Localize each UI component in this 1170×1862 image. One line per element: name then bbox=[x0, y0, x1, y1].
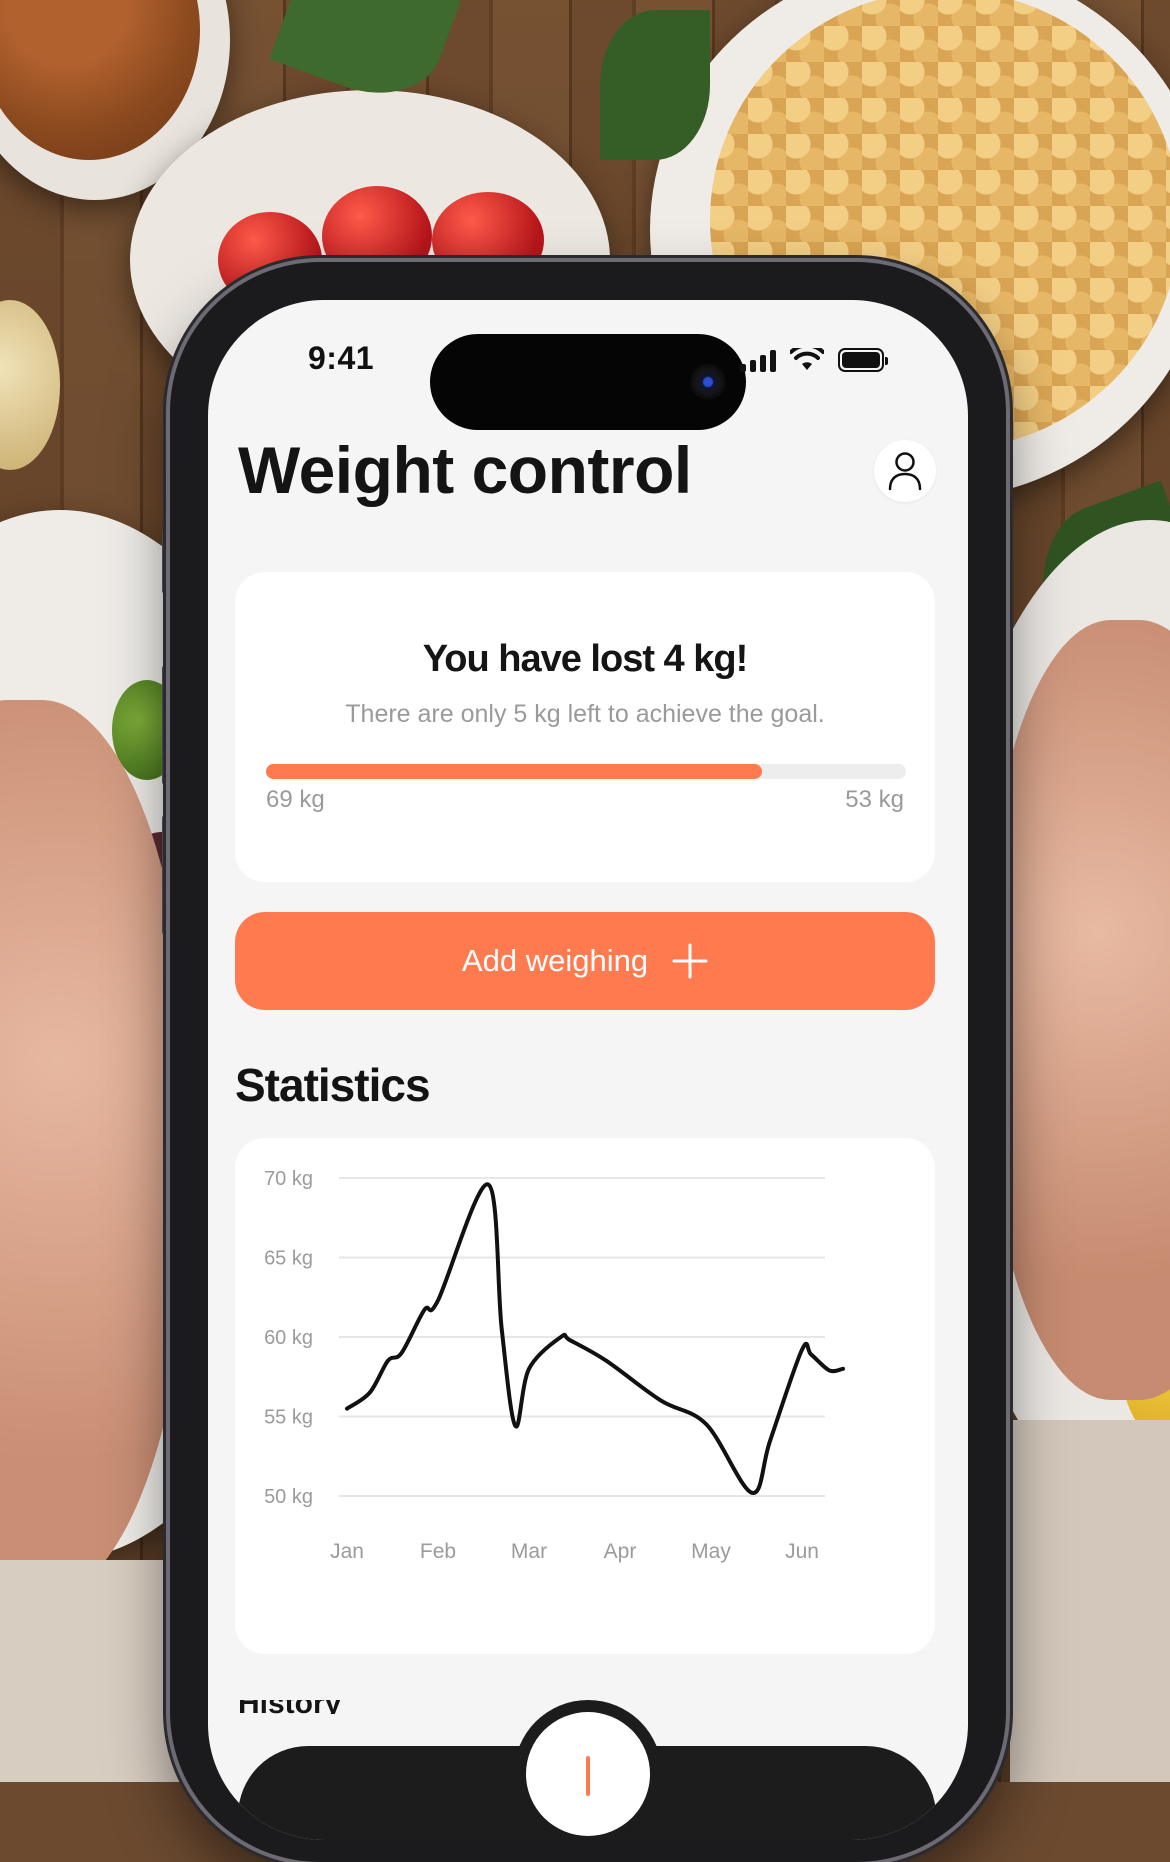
profile-button[interactable] bbox=[874, 440, 936, 502]
page-title: Weight control bbox=[238, 433, 692, 507]
add-weighing-button[interactable]: Add weighing bbox=[235, 912, 935, 1010]
basil-leaf bbox=[600, 10, 710, 160]
person-icon bbox=[888, 452, 922, 491]
camera-icon bbox=[690, 364, 726, 400]
status-time: 9:41 bbox=[308, 340, 375, 376]
phone-volume-down-button bbox=[162, 815, 168, 935]
plus-icon bbox=[672, 943, 708, 979]
phone-volume-up-button bbox=[162, 665, 168, 785]
x-tick-label: Apr bbox=[604, 1540, 637, 1563]
weight-series-line bbox=[345, 1182, 845, 1495]
goal-weight-label: 53 kg bbox=[845, 786, 904, 813]
progress-card: You have lost 4 kg! There are only 5 kg … bbox=[235, 572, 935, 882]
progress-subtitle: There are only 5 kg left to achieve the … bbox=[345, 700, 825, 728]
statistics-title: Statistics bbox=[235, 1059, 431, 1111]
add-weighing-label: Add weighing bbox=[461, 943, 649, 978]
battery-icon bbox=[838, 348, 888, 372]
phone-action-button bbox=[162, 530, 168, 594]
signal-icon bbox=[740, 348, 776, 372]
phone-screen: 9:41 Weight control You have lost 4 kg! … bbox=[208, 300, 968, 1840]
y-tick-label: 65 kg bbox=[264, 1248, 313, 1270]
y-tick-label: 70 kg bbox=[264, 1168, 313, 1190]
x-tick-label: Feb bbox=[420, 1540, 456, 1563]
sleeve bbox=[1010, 1420, 1170, 1782]
weight-chart-svg: 70 kg 65 kg 60 kg 55 kg 50 kg Jan Feb Mar Apr May… bbox=[264, 1168, 845, 1563]
y-tick-label: 60 kg bbox=[264, 1327, 313, 1349]
plus-icon bbox=[586, 1756, 590, 1796]
progress-title: You have lost 4 kg! bbox=[422, 638, 748, 680]
y-tick-label: 55 kg bbox=[264, 1407, 313, 1429]
y-tick-label: 50 kg bbox=[264, 1486, 313, 1508]
status-icons bbox=[740, 348, 888, 372]
start-weight-label: 69 kg bbox=[266, 786, 325, 813]
dynamic-island bbox=[430, 334, 746, 430]
onion bbox=[0, 300, 60, 470]
x-tick-label: Jun bbox=[785, 1540, 819, 1563]
center-add-button[interactable] bbox=[526, 1712, 650, 1836]
x-tick-label: May bbox=[691, 1540, 731, 1563]
progress-bar bbox=[266, 764, 906, 779]
x-tick-label: Jan bbox=[330, 1540, 364, 1563]
history-title: History bbox=[238, 1700, 341, 1714]
progress-bar-fill bbox=[266, 764, 762, 779]
x-tick-label: Mar bbox=[511, 1540, 547, 1563]
weight-chart: 70 kg 65 kg 60 kg 55 kg 50 kg Jan Feb Mar Apr May… bbox=[235, 1138, 935, 1654]
wifi-icon bbox=[790, 348, 824, 370]
